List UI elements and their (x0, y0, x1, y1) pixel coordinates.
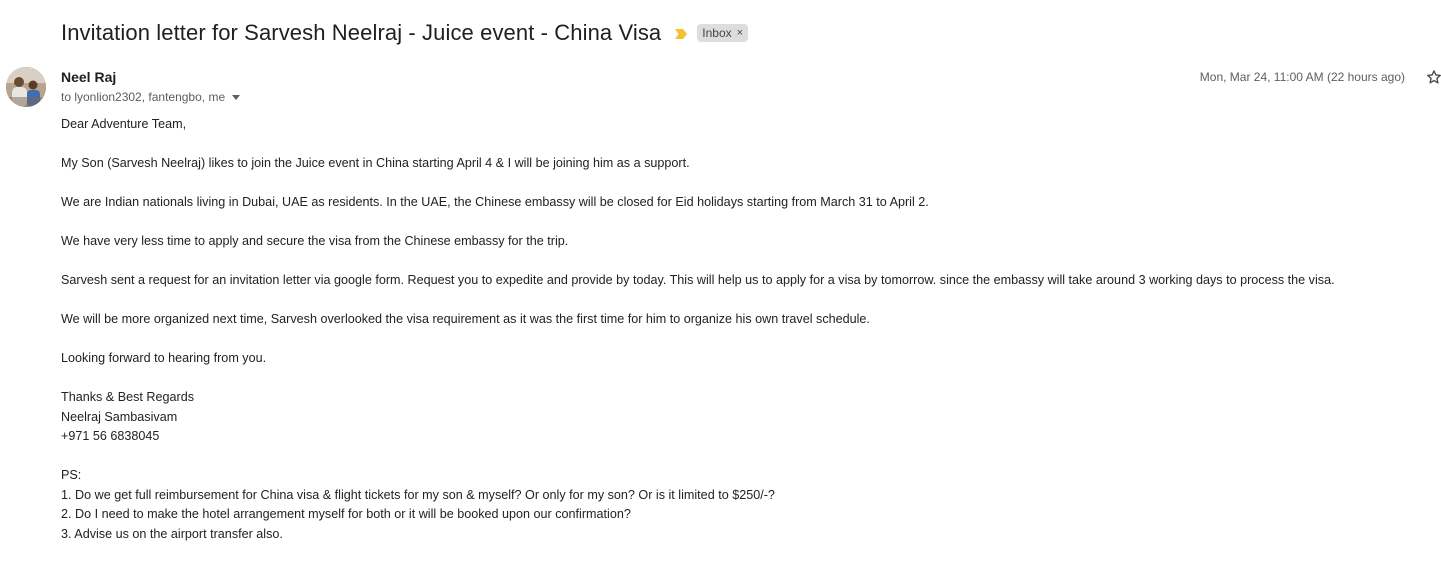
inbox-label-chip[interactable]: Inbox × (697, 24, 749, 42)
body-paragraph: We have very less time to apply and secu… (61, 234, 569, 248)
ps-item: 3. Advise us on the airport transfer als… (61, 526, 283, 541)
star-icon[interactable] (1426, 69, 1441, 85)
signature-regards: Thanks & Best Regards (61, 390, 194, 404)
recipients-line: to lyonlion2302, fantengbo, me (61, 90, 241, 104)
important-marker-icon[interactable] (674, 27, 688, 39)
caret-down-icon[interactable] (232, 94, 241, 100)
body-paragraph: We will be more organized next time, Sar… (61, 312, 870, 326)
recipients-text: to lyonlion2302, fantengbo, me (61, 90, 226, 104)
sender-name[interactable]: Neel Raj (61, 69, 116, 85)
email-subject: Invitation letter for Sarvesh Neelraj - … (61, 20, 662, 45)
email-body: Dear Adventure Team, My Son (Sarvesh Nee… (61, 115, 1431, 544)
signature-phone: +971 56 6838045 (61, 429, 160, 443)
body-paragraph: We are Indian nationals living in Dubai,… (61, 195, 929, 209)
subject-row: Invitation letter for Sarvesh Neelraj - … (61, 18, 749, 48)
ps-item: 1. Do we get full reimbursement for Chin… (61, 487, 775, 502)
label-text: Inbox (702, 26, 732, 40)
email-timestamp: Mon, Mar 24, 11:00 AM (22 hours ago) (1199, 70, 1405, 84)
body-paragraph: My Son (Sarvesh Neelraj) likes to join t… (61, 156, 690, 170)
body-paragraph: Looking forward to hearing from you. (61, 351, 267, 365)
body-paragraph: Sarvesh sent a request for an invitation… (61, 273, 1335, 287)
ps-item: 2. Do I need to make the hotel arrangeme… (61, 507, 631, 521)
remove-label-icon[interactable]: × (737, 25, 743, 41)
ps-heading: PS: (61, 468, 82, 482)
signature-name: Neelraj Sambasivam (61, 409, 178, 424)
avatar[interactable] (6, 67, 46, 107)
body-greeting: Dear Adventure Team, (61, 117, 187, 131)
